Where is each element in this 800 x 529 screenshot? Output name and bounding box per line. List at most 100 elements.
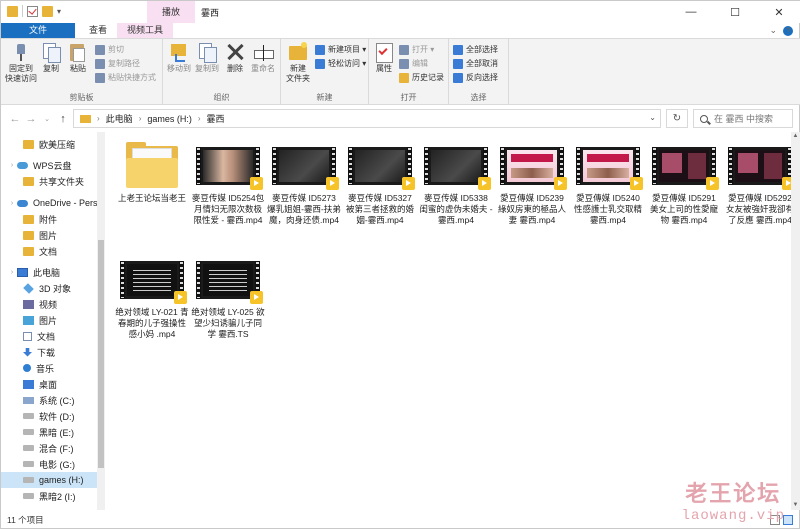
chevron-right-icon: › [197,114,201,123]
delete-button[interactable]: 删除 [223,42,247,74]
video-file-item[interactable]: 愛豆傳媒 ID5239 綠奴房東的極品人妻 霎西.mp4 [495,142,569,226]
copy-to-icon [197,42,217,63]
file-name: 上老王论坛当老王 [117,193,186,203]
nav-item[interactable]: games (H:) [1,472,97,488]
expand-chevron-icon[interactable]: › [7,162,17,169]
tab-file[interactable]: 文件 [1,23,75,38]
video-file-item[interactable]: 愛豆傳媒 ID5291 美女上司的性愛寵物 霎西.mp4 [647,142,721,226]
nav-item[interactable]: › 此电脑 [1,264,97,280]
address-dropdown-icon[interactable]: ⌄ [649,113,656,122]
open-label: 打开 ▾ [412,45,435,54]
content-scrollbar[interactable]: ▲ ▼ [791,132,800,510]
rename-button[interactable]: 重命名 [249,42,277,74]
pin-quick-access-button[interactable]: 固定到 快速访问 [5,42,37,84]
tab-video-tools[interactable]: 视频工具 [117,23,174,38]
nav-item[interactable]: 黑暗 (E:) [1,424,97,440]
select-all-icon [453,44,463,55]
video-file-item[interactable]: 愛豆傳媒 ID5292 女友被強奸我卻有了反應 霎西.mp4 [723,142,797,226]
nav-item[interactable]: 音乐 [1,360,97,376]
chevron-down-icon[interactable]: ▾ [57,6,68,17]
video-file-item[interactable]: 麥豆传媒 ID5273 爆乳姐姐-霎西-扶弟魔，肉身还债.mp4 [267,142,341,226]
new-folder-icon[interactable] [42,5,53,17]
nav-scrollbar-thumb[interactable] [98,240,104,468]
nav-item[interactable]: 软件 (D:) [1,408,97,424]
breadcrumb-current-folder[interactable]: 霎西 [207,112,225,125]
forward-icon[interactable]: → [23,113,39,125]
nav-item[interactable]: 黑暗2 (I:) [1,488,97,504]
file-name: 麥豆传媒 ID5327 被第三者拯救的婚姻-霎西.mp4 [345,193,414,225]
drive-icon [23,445,34,451]
toolbar-divider [22,5,23,17]
paste-button[interactable]: 粘贴 [65,42,91,74]
folder-item[interactable]: 上老王论坛当老王 [115,142,189,204]
nav-item[interactable]: › OneDrive - Perso [1,195,97,211]
help-icon[interactable]: ? [783,25,793,36]
easy-access-button[interactable]: 轻松访问 ▾ [315,58,366,69]
expand-chevron-icon[interactable]: › [7,269,17,276]
close-button[interactable]: ✕ [757,1,800,23]
breadcrumb-games-drive[interactable]: games (H:) [147,114,192,124]
nav-item[interactable]: 混合 (F:) [1,440,97,456]
nav-item[interactable]: 图片 [1,227,97,243]
move-to-button[interactable]: 移动到 [165,42,193,74]
nav-item[interactable]: 电影 (G:) [1,456,97,472]
rename-label: 重命名 [251,64,275,73]
video-file-item[interactable]: 绝对领域 LY-025 欲望少妇诱骗儿子同学 霎西.TS [191,256,265,340]
edit-button[interactable]: 编辑 [399,58,428,69]
scroll-up-icon[interactable]: ▲ [791,132,800,141]
breadcrumb-this-pc[interactable]: 此电脑 [106,112,133,125]
nav-item[interactable]: 下载 [1,344,97,360]
new-item-button[interactable]: 新建项目 ▾ [315,44,366,55]
open-button[interactable]: 打开 ▾ [399,44,434,55]
video-file-item[interactable]: 绝对领域 LY-021 青春期的儿子强操性感小妈 .mp4 [115,256,189,340]
nav-item-label: 附件 [39,214,58,225]
expand-chevron-icon[interactable]: › [7,200,17,207]
copy-button[interactable]: 复制 [39,42,63,74]
file-thumbnail [196,142,263,190]
cut-button[interactable]: 剪切 [95,44,124,55]
fold-icon [23,214,34,224]
address-bar[interactable]: › 此电脑 › games (H:) › 霎西 ⌄ [73,109,661,128]
nav-item[interactable]: 文档 [1,328,97,344]
maximize-button[interactable]: ☐ [713,1,757,23]
nav-item[interactable]: 文档 [1,243,97,259]
invert-selection-button[interactable]: 反向选择 [453,72,498,83]
copy-path-button[interactable]: 复制路径 [95,58,140,69]
context-tab-play: 播放 [147,1,195,23]
player-badge-icon [250,177,263,190]
nav-item[interactable]: 图片 [1,312,97,328]
player-badge-icon [250,291,263,304]
minimize-button[interactable]: — [669,1,713,23]
paste-shortcut-button[interactable]: 粘贴快捷方式 [95,72,156,83]
nav-item[interactable]: › WPS云盘 [1,157,97,173]
desk-icon [23,379,34,389]
video-file-item[interactable]: 麥豆传媒 ID5338 闺蜜的虚伪未婚夫 -霎西.mp4 [419,142,493,226]
nav-item[interactable]: 视频 [1,296,97,312]
video-file-item[interactable]: 麥豆传媒 ID5327 被第三者拯救的婚姻-霎西.mp4 [343,142,417,226]
nav-scrollbar[interactable] [97,132,105,510]
history-button[interactable]: 历史记录 [399,72,444,83]
new-folder-button[interactable]: 新建 文件夹 [283,42,313,84]
up-icon[interactable]: ↑ [55,113,71,125]
nav-item-label: 欧美压缩 [39,139,76,150]
copy-to-button[interactable]: 复制到 [193,42,221,74]
tab-view[interactable]: 查看 [79,23,117,38]
nav-item[interactable]: 系统 (C:) [1,392,97,408]
nav-item[interactable]: 桌面 [1,376,97,392]
collapse-ribbon-icon[interactable]: ⌄ [769,25,777,36]
video-file-item[interactable]: 麥豆传媒 ID5254包月情妇无限次数极限性爱 - 霎西.mp4 [191,142,265,226]
refresh-icon[interactable]: ↻ [666,109,688,128]
nav-item[interactable]: 3D 对象 [1,280,97,296]
nav-item[interactable]: 共享文件夹 [1,173,97,189]
nav-item[interactable]: 附件 [1,211,97,227]
search-input[interactable]: 在 霎西 中搜索 [693,109,793,128]
video-file-item[interactable]: 愛豆傳媒 ID5240 性感護士乳交取精 霎西.mp4 [571,142,645,226]
recent-locations-icon[interactable]: ⌄ [39,115,55,123]
back-icon[interactable]: ← [7,113,23,125]
properties-button[interactable]: 属性 [371,42,397,74]
select-none-button[interactable]: 全部取消 [453,58,498,69]
scroll-down-icon[interactable]: ▼ [791,501,800,510]
select-all-button[interactable]: 全部选择 [453,44,498,55]
properties-check-icon[interactable] [27,5,38,17]
nav-item[interactable]: 欧美压缩 [1,136,97,152]
